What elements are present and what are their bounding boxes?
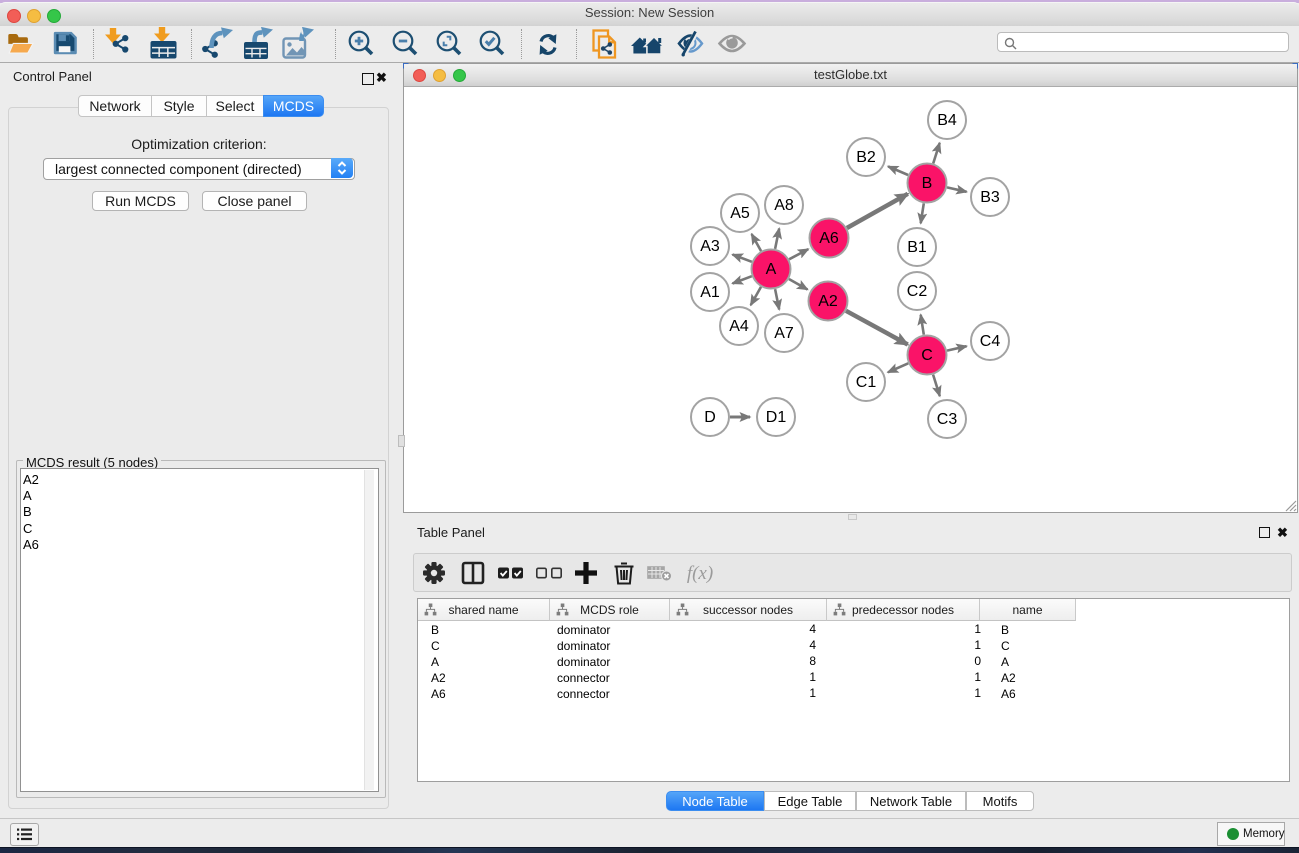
svg-text:A: A <box>766 261 777 278</box>
svg-text:f(x): f(x) <box>687 563 713 584</box>
svg-text:B: B <box>922 175 933 192</box>
svg-text:A6: A6 <box>819 230 839 247</box>
svg-text:B2: B2 <box>856 149 876 166</box>
svg-text:B4: B4 <box>937 112 957 129</box>
svg-text:C: C <box>921 347 933 364</box>
svg-text:A7: A7 <box>774 325 794 342</box>
svg-text:B1: B1 <box>907 239 927 256</box>
svg-text:D1: D1 <box>766 409 787 426</box>
svg-text:A1: A1 <box>700 284 720 301</box>
svg-text:D: D <box>704 409 716 426</box>
svg-text:A3: A3 <box>700 238 720 255</box>
svg-text:A4: A4 <box>729 318 749 335</box>
svg-text:C4: C4 <box>980 333 1001 350</box>
svg-text:C1: C1 <box>856 374 877 391</box>
svg-text:A8: A8 <box>774 197 794 214</box>
svg-text:C3: C3 <box>937 411 958 428</box>
svg-text:A2: A2 <box>818 293 838 310</box>
svg-text:B3: B3 <box>980 189 1000 206</box>
svg-text:A5: A5 <box>730 205 750 222</box>
svg-text:C2: C2 <box>907 283 928 300</box>
